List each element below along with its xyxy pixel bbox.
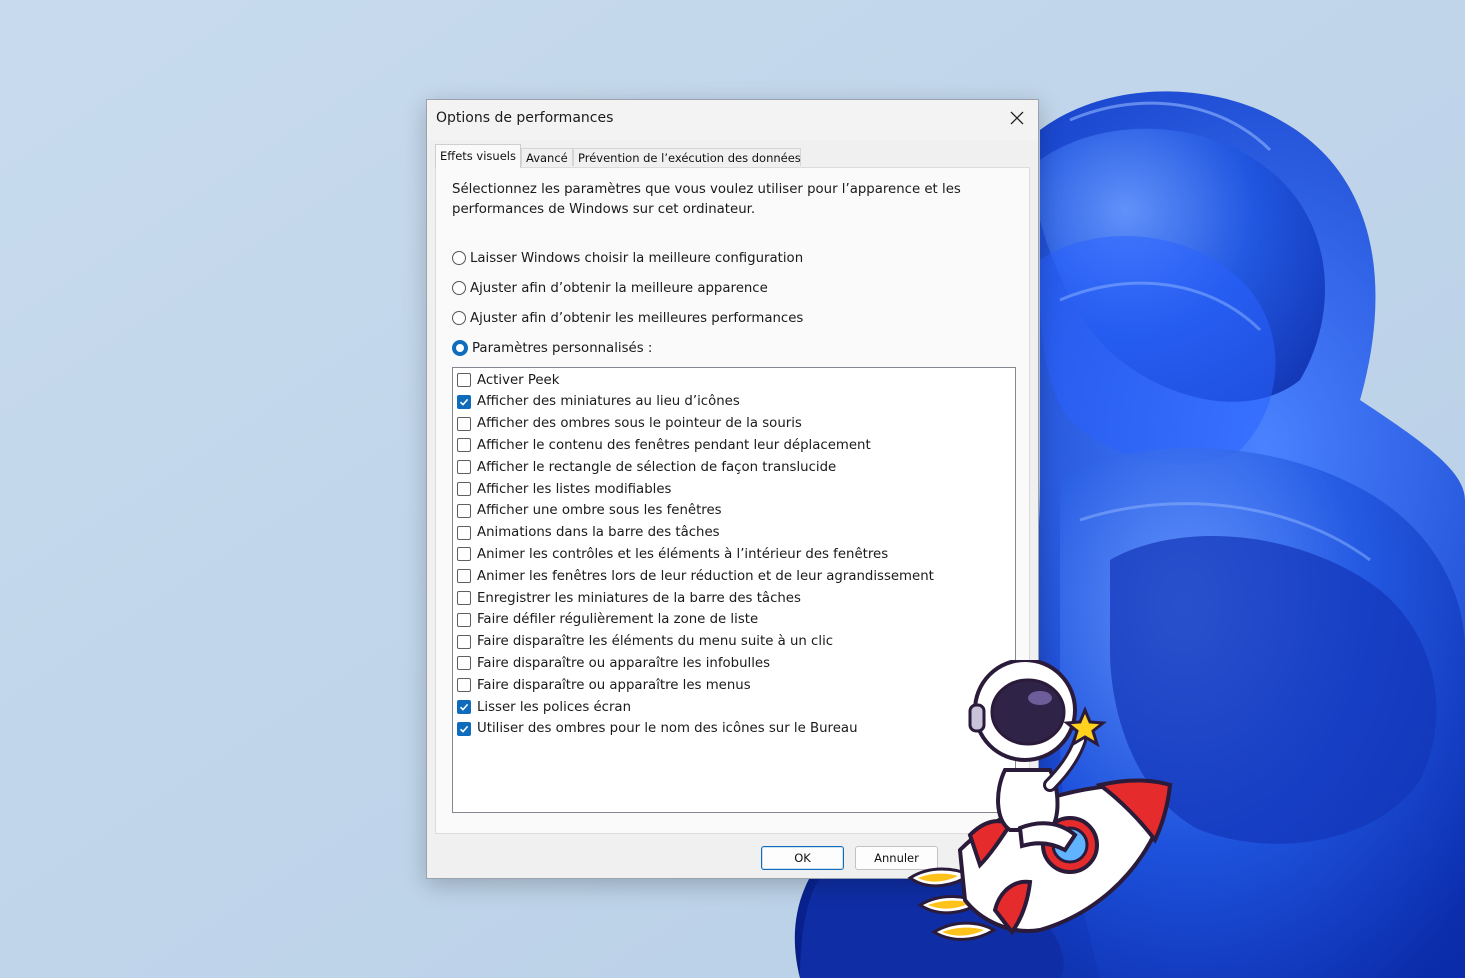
checkbox[interactable]: [457, 547, 471, 562]
close-button[interactable]: [1002, 104, 1032, 132]
checkbox[interactable]: [457, 656, 471, 671]
checkbox[interactable]: [457, 569, 471, 584]
radio-button[interactable]: [452, 311, 466, 325]
close-icon: [1010, 111, 1024, 125]
checkbox[interactable]: [457, 373, 471, 387]
visual-effect-option[interactable]: Afficher une ombre sous les fenêtres: [457, 501, 722, 521]
radio-label: Paramètres personnalisés :: [472, 340, 653, 356]
radio-let-windows-choose[interactable]: Laisser Windows choisir la meilleure con…: [452, 248, 803, 268]
radio-best-performance[interactable]: Ajuster afin d’obtenir les meilleures pe…: [452, 308, 803, 328]
radio-best-appearance[interactable]: Ajuster afin d’obtenir la meilleure appa…: [452, 278, 768, 298]
ok-button[interactable]: OK: [761, 846, 844, 870]
option-label: Animations dans la barre des tâches: [477, 525, 720, 541]
intro-text: Sélectionnez les paramètres que vous vou…: [452, 182, 961, 217]
visual-effect-option[interactable]: Afficher le contenu des fenêtres pendant…: [457, 435, 871, 455]
radio-button[interactable]: [452, 251, 466, 265]
visual-effect-option[interactable]: Faire disparaître les éléments du menu s…: [457, 632, 833, 652]
visual-effect-option[interactable]: Animations dans la barre des tâches: [457, 523, 720, 543]
radio-label: Laisser Windows choisir la meilleure con…: [470, 250, 804, 266]
checkbox[interactable]: [457, 416, 471, 431]
checkbox[interactable]: [457, 460, 471, 475]
option-label: Faire disparaître ou apparaître les menu…: [477, 677, 751, 693]
option-label: Animer les contrôles et les éléments à l…: [477, 546, 889, 562]
option-label: Faire disparaître les éléments du menu s…: [477, 634, 834, 650]
visual-effect-option[interactable]: Lisser les polices écran: [457, 697, 631, 717]
option-label: Afficher le contenu des fenêtres pendant…: [477, 437, 871, 453]
visual-effect-option[interactable]: Animer les contrôles et les éléments à l…: [457, 544, 888, 564]
option-label: Animer les fenêtres lors de leur réducti…: [477, 568, 934, 584]
rocket: [957, 778, 1173, 936]
radio-custom[interactable]: Paramètres personnalisés :: [452, 338, 652, 358]
visual-effect-option[interactable]: Afficher le rectangle de sélection de fa…: [457, 457, 836, 477]
option-label: Enregistrer les miniatures de la barre d…: [477, 590, 801, 606]
checkbox[interactable]: [457, 612, 471, 627]
radio-label: Ajuster afin d’obtenir la meilleure appa…: [470, 280, 768, 296]
tab-advanced[interactable]: Avancé: [521, 148, 573, 166]
astronaut-rocket-sticker: [907, 660, 1173, 941]
option-label: Activer Peek: [477, 372, 560, 388]
visual-effect-option[interactable]: Animer les fenêtres lors de leur réducti…: [457, 566, 934, 586]
option-label: Afficher une ombre sous les fenêtres: [477, 503, 722, 519]
checkbox[interactable]: [457, 503, 471, 518]
visual-effect-option[interactable]: Enregistrer les miniatures de la barre d…: [457, 588, 801, 608]
checkbox-checked[interactable]: [457, 394, 471, 409]
radio-button-selected[interactable]: [452, 340, 468, 356]
option-label: Utiliser des ombres pour le nom des icôn…: [477, 721, 858, 737]
option-label: Afficher des ombres sous le pointeur de …: [477, 416, 802, 432]
radio-label: Ajuster afin d’obtenir les meilleures pe…: [470, 310, 804, 326]
title-bar[interactable]: Options de performances: [427, 100, 1038, 140]
checkbox[interactable]: [457, 591, 471, 605]
tab-visual-effects[interactable]: Effets visuels: [435, 144, 521, 168]
checkbox[interactable]: [457, 438, 471, 453]
checkbox[interactable]: [457, 678, 471, 693]
visual-effect-option[interactable]: Faire défiler régulièrement la zone de l…: [457, 610, 758, 630]
dialog-title: Options de performances: [436, 110, 614, 126]
tab-data-execution-prevention[interactable]: Prévention de l’exécution des données: [573, 148, 801, 166]
visual-effect-option[interactable]: Afficher des ombres sous le pointeur de …: [457, 414, 802, 434]
visual-effect-option[interactable]: Faire disparaître ou apparaître les menu…: [457, 675, 751, 695]
option-label: Afficher des miniatures au lieu d’icônes: [477, 394, 740, 410]
option-label: Faire disparaître ou apparaître les info…: [477, 655, 771, 671]
visual-effect-option[interactable]: Afficher les listes modifiables: [457, 479, 671, 499]
visual-effect-option[interactable]: Faire disparaître ou apparaître les info…: [457, 653, 770, 673]
option-label: Afficher le rectangle de sélection de fa…: [477, 459, 837, 475]
checkmark-icon: [459, 725, 469, 733]
checkmark-icon: [459, 703, 469, 711]
visual-effect-option[interactable]: Utiliser des ombres pour le nom des icôn…: [457, 719, 858, 739]
visual-effect-option[interactable]: Activer Peek: [457, 370, 559, 390]
radio-button[interactable]: [452, 281, 466, 295]
option-label: Afficher les listes modifiables: [477, 481, 672, 497]
checkbox-checked[interactable]: [457, 700, 471, 714]
option-label: Lisser les polices écran: [477, 699, 632, 715]
checkmark-icon: [459, 398, 469, 406]
option-label: Faire défiler régulièrement la zone de l…: [477, 612, 759, 628]
checkbox-checked[interactable]: [457, 721, 471, 736]
checkbox[interactable]: [457, 634, 471, 649]
checkbox[interactable]: [457, 525, 471, 540]
visual-effect-option[interactable]: Afficher des miniatures au lieu d’icônes: [457, 392, 740, 412]
checkbox[interactable]: [457, 482, 471, 496]
